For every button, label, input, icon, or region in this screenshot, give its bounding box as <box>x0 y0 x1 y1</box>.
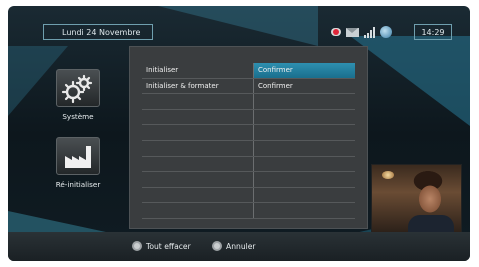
confirm-action <box>254 172 355 187</box>
gears-icon <box>56 69 100 107</box>
back-button-icon <box>212 241 222 251</box>
reset-menu-panel: Initialiser Confirmer Initialiser & form… <box>129 46 368 229</box>
date-display: Lundi 24 Novembre <box>43 24 153 40</box>
confirm-action[interactable]: Confirmer <box>254 63 355 78</box>
cancel-label: Annuler <box>226 241 256 251</box>
list-item[interactable]: Initialiser & formater Confirmer <box>142 78 355 95</box>
factory-icon <box>56 137 100 175</box>
sidebar-item-label: Ré-initialiser <box>55 180 101 189</box>
list-item <box>142 94 355 110</box>
confirm-action <box>254 141 355 156</box>
sidebar-item-reinitialiser[interactable]: Ré-initialiser <box>38 137 118 189</box>
list-item[interactable]: Initialiser Confirmer <box>142 63 355 79</box>
background-shard <box>350 36 470 126</box>
confirm-action <box>254 125 355 140</box>
option-label <box>142 94 254 109</box>
mail-icon <box>346 27 359 37</box>
signal-icon <box>364 26 375 38</box>
option-label <box>142 140 254 156</box>
sidebar-item-label: Système <box>62 112 94 121</box>
list-item <box>142 172 355 188</box>
option-label: Initialiser & formater <box>142 78 254 94</box>
confirm-action <box>254 203 355 218</box>
list-item <box>142 156 355 173</box>
clear-all-button[interactable]: Tout effacer <box>132 241 191 251</box>
option-label <box>142 172 254 187</box>
footer-bar: Tout effacer Annuler <box>8 232 470 261</box>
option-label <box>142 203 254 218</box>
status-icons <box>331 24 392 40</box>
list-item <box>142 125 355 141</box>
live-tv-preview <box>371 164 462 234</box>
reset-options-list: Initialiser Confirmer Initialiser & form… <box>142 63 355 219</box>
confirm-action <box>254 94 355 109</box>
confirm-action <box>254 157 355 172</box>
clear-all-label: Tout effacer <box>146 241 191 251</box>
confirm-action[interactable]: Confirmer <box>254 79 355 94</box>
confirm-action <box>254 188 355 203</box>
video-lamp <box>382 171 394 179</box>
cancel-button[interactable]: Annuler <box>212 241 256 251</box>
option-label <box>142 187 254 203</box>
tv-screen: Lundi 24 Novembre 14:29 Système Ré-initi… <box>8 6 470 261</box>
list-item <box>142 203 355 219</box>
network-globe-icon <box>380 26 392 38</box>
option-label: Initialiser <box>142 63 254 78</box>
record-icon <box>331 28 341 36</box>
option-label <box>142 125 254 140</box>
sidebar-item-systeme[interactable]: Système <box>38 69 118 121</box>
list-item <box>142 109 355 126</box>
option-label <box>142 156 254 172</box>
background-shard <box>158 6 318 46</box>
confirm-action <box>254 110 355 125</box>
clock-display: 14:29 <box>414 24 452 40</box>
list-item <box>142 187 355 204</box>
video-figure <box>408 215 454 233</box>
option-label <box>142 109 254 125</box>
ok-button-icon <box>132 241 142 251</box>
list-item <box>142 140 355 157</box>
